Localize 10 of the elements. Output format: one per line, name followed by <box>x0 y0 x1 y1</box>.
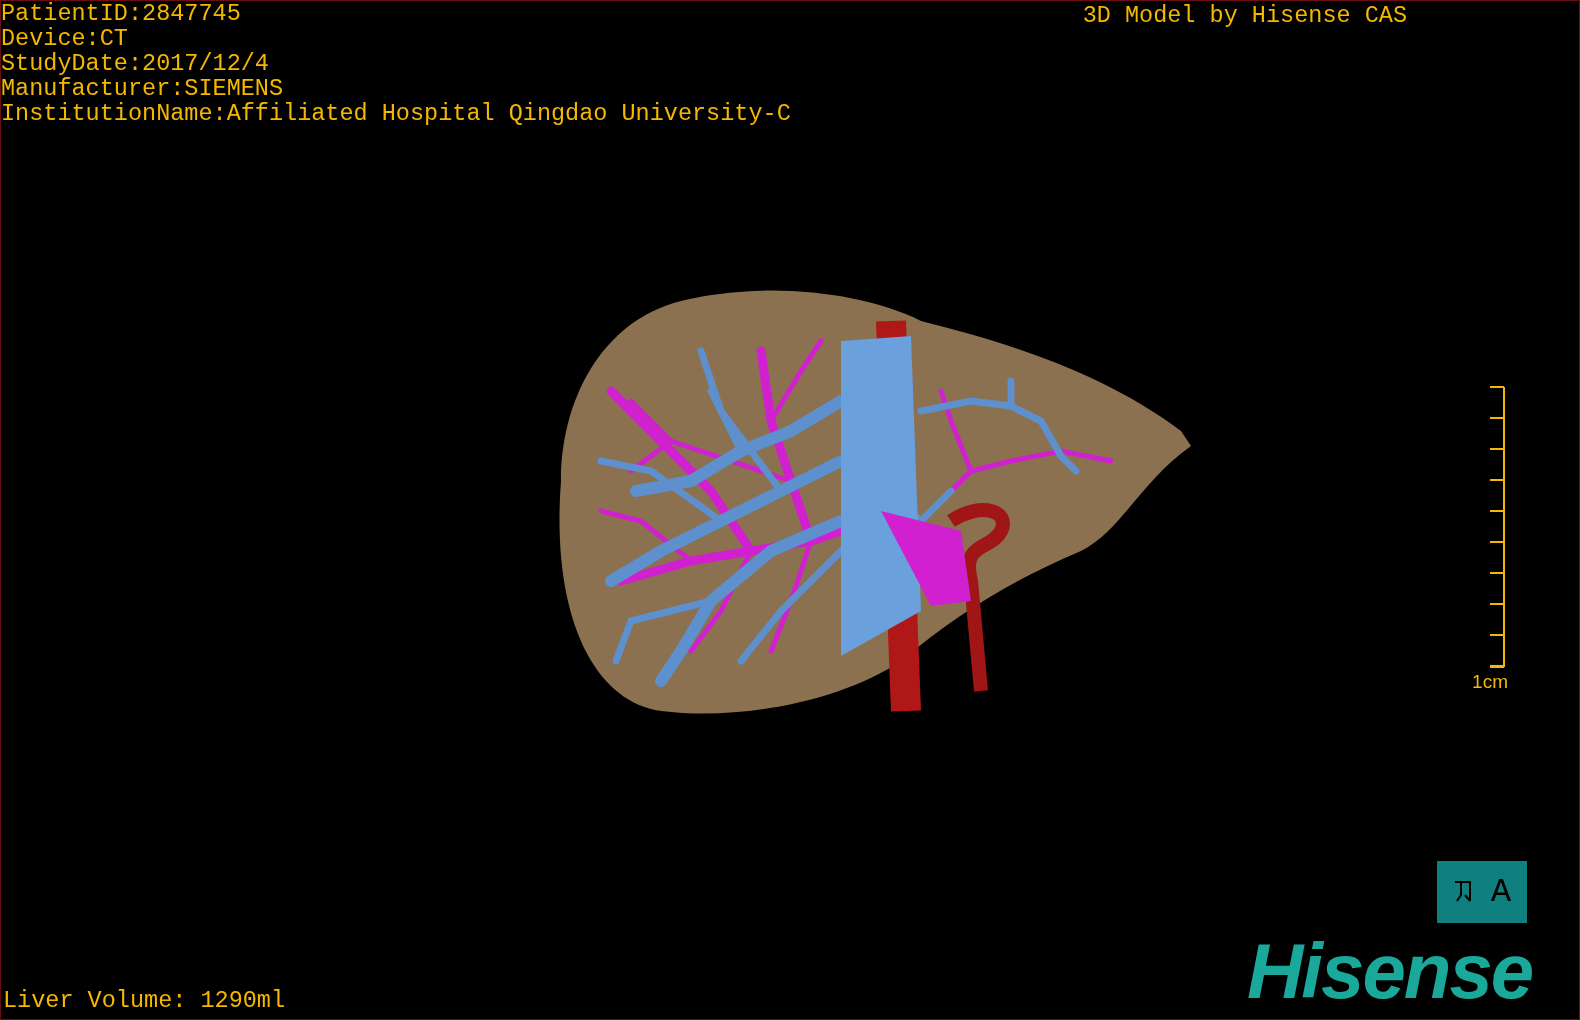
brand-logo: Hisense <box>1247 931 1533 1011</box>
viewer-title: 3D Model by Hisense CAS <box>1082 1 1407 31</box>
scale-label: 1cm <box>1472 671 1508 693</box>
liver-volume-text: Liver Volume: 1290ml <box>3 988 286 1013</box>
patient-info-text: PatientID:2847745 <box>1 1 242 26</box>
patient-info-text: InstitutionName:Affiliated Hospital Qingdao University-C <box>1 101 791 126</box>
orientation-cube[interactable]: A <box>1437 861 1527 923</box>
patient-info-text: Manufacturer:SIEMENS <box>1 76 285 101</box>
patient-info-text: Device:CT <box>1 26 129 51</box>
patient-info-text: StudyDate:2017/12/4 <box>1 51 270 76</box>
